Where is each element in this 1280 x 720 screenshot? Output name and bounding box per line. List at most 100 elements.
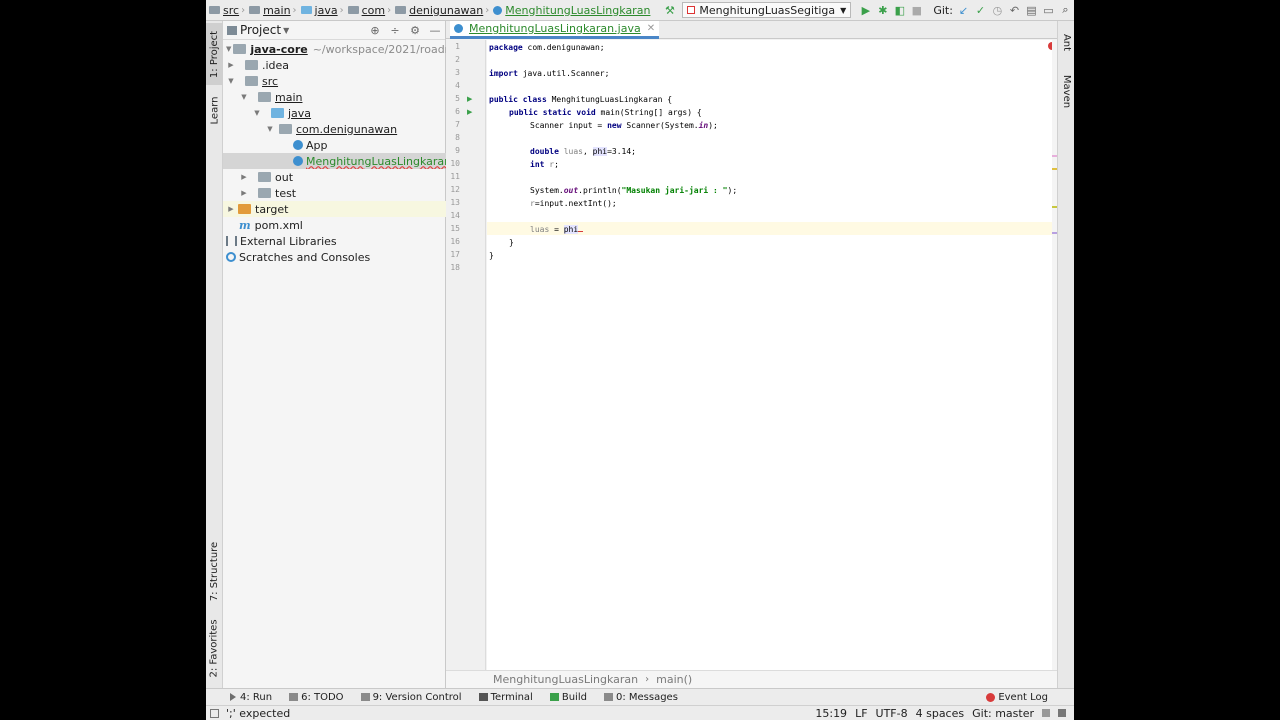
editor-tab-active[interactable]: MenghitungLuasLingkaran.java ✕ [450,21,660,39]
run-configuration-select[interactable]: MenghitungLuasSegitiga ▼ [682,2,852,18]
tree-item-target[interactable]: ▶ target [223,201,446,217]
coverage-icon[interactable]: ◧ [891,0,908,21]
nav-crumb-class[interactable]: MenghitungLuasLingkaran [490,0,651,21]
folder-icon [258,92,271,102]
code-line-6: public static void main(String[] args) { [509,108,702,117]
expanded-arrow-icon: ▼ [241,93,247,101]
chevron-down-icon[interactable]: ▼ [283,26,289,35]
nav-crumb-main[interactable]: main [246,0,291,21]
run-icon[interactable]: ▶ [857,0,874,21]
terminal-tool-button[interactable]: Terminal [478,692,533,703]
excluded-folder-icon [238,204,251,214]
nav-crumb-denigunawan[interactable]: denigunawan [392,0,484,21]
memory-indicator-icon[interactable] [1058,709,1066,717]
code-line-17: } [489,251,494,260]
debug-icon[interactable]: ✱ [874,0,891,21]
project-structure-icon[interactable]: ▤ [1023,0,1040,21]
tree-item-test[interactable]: ▶ test [223,185,446,201]
tree-item-out[interactable]: ▶ out [223,169,446,185]
chevron-right-icon: › [645,674,650,685]
collapse-all-icon[interactable]: ÷ [385,24,405,37]
code-editor[interactable]: package com.denigunawan; import java.uti… [487,40,1052,670]
breadcrumb-method[interactable]: main() [656,673,692,686]
locate-icon[interactable]: ⊕ [365,24,385,37]
git-history-icon[interactable]: ◷ [989,0,1006,21]
hide-icon[interactable]: — [425,24,445,37]
folder-icon [249,6,261,14]
learn-tool-tab[interactable]: Learn [206,91,223,129]
code-line-10: int r; [530,160,559,169]
file-encoding[interactable]: UTF-8 [876,707,908,720]
tree-item-pom[interactable]: m pom.xml [223,217,446,233]
project-tool-tab[interactable]: 1: Project [206,23,223,85]
expanded-arrow-icon: ▼ [228,77,234,85]
collapsed-arrow-icon: ▶ [241,189,247,197]
indent-setting[interactable]: 4 spaces [916,707,965,720]
run-gutter-icon[interactable]: ▶ [467,95,472,103]
git-update-icon[interactable]: ↙ [955,0,972,21]
maven-tool-tab[interactable]: Maven [1058,69,1074,113]
event-log-button[interactable]: Event Log [986,692,1048,703]
nav-crumb-com[interactable]: com [345,0,387,21]
caret-position[interactable]: 15:19 [815,707,847,720]
tree-item-scratches[interactable]: Scratches and Consoles [223,249,446,265]
code-line-5: public class MenghitungLuasLingkaran { [489,95,673,104]
code-line-15: luas = phi [530,223,584,236]
expanded-arrow-icon: ▼ [267,125,273,133]
folder-icon [245,60,258,70]
git-rollback-icon[interactable]: ↶ [1006,0,1023,21]
scratches-icon [226,252,236,262]
folder-icon [245,76,258,86]
git-commit-icon[interactable]: ✓ [972,0,989,21]
project-view-selector[interactable]: Project [240,23,281,37]
breadcrumb-class[interactable]: MenghitungLuasLingkaran [493,673,638,686]
search-icon[interactable]: ⌕ [1057,0,1074,21]
collapsed-arrow-icon: ▶ [241,173,247,181]
tree-item-java[interactable]: ▼ java [223,105,446,121]
run-gutter-icon[interactable]: ▶ [467,108,472,116]
todo-tool-button[interactable]: 6: TODO [289,692,344,703]
line-separator[interactable]: LF [855,707,867,720]
tree-item-src[interactable]: ▼ src [223,73,446,89]
tree-item-app[interactable]: App [223,137,446,153]
line-number: 4 [455,81,460,90]
folder-icon [395,6,407,14]
structure-tool-tab[interactable]: 7: Structure [206,537,223,605]
line-number: 2 [455,55,460,64]
terminal-icon [478,693,488,701]
close-icon[interactable]: ✕ [647,23,655,34]
messages-tool-button[interactable]: 0: Messages [603,692,678,703]
tree-item-main[interactable]: ▼ main [223,89,446,105]
build-hammer-icon[interactable]: ⚒ [661,0,678,21]
tree-item-package[interactable]: ▼ com.denigunawan [223,121,446,137]
folder-icon [300,6,312,14]
project-panel-header: Project ▼ ⊕ ÷ ⚙ — [223,21,445,40]
line-number: 5 [455,94,460,103]
line-number: 8 [455,133,460,142]
line-number: 10 [450,159,460,168]
stop-icon[interactable]: ■ [908,0,925,21]
code-line-7: Scanner input = new Scanner(System.in); [530,121,718,130]
tool-window-bar: 4: Run 6: TODO 9: Version Control Termin… [206,688,1074,705]
project-icon [227,25,237,35]
git-branch[interactable]: Git: master [972,707,1034,720]
run-tool-button[interactable]: 4: Run [230,692,272,703]
window-icon[interactable]: ▭ [1040,0,1057,21]
ant-tool-tab[interactable]: Ant [1058,27,1074,57]
vcs-icon [360,693,370,701]
code-line-13: r=input.nextInt(); [530,199,617,208]
toggle-tool-windows-icon[interactable] [210,708,219,718]
tree-item-idea[interactable]: ▶ .idea [223,57,446,73]
code-line-3: import java.util.Scanner; [489,69,610,78]
favorites-tool-tab[interactable]: 2: Favorites [206,615,223,681]
tree-item-java-core[interactable]: ▼ java-core~/workspace/2021/roadmap-jav [223,41,446,57]
line-number: 11 [450,172,460,181]
tree-item-luas-lingkaran[interactable]: MenghitungLuasLingkaran [223,153,446,169]
nav-crumb-src[interactable]: src [206,0,240,21]
version-control-tool-button[interactable]: 9: Version Control [360,692,462,703]
tree-item-external-libraries[interactable]: External Libraries [223,233,446,249]
lock-icon[interactable] [1042,709,1050,717]
gear-icon[interactable]: ⚙ [405,24,425,37]
nav-crumb-java[interactable]: java [298,0,339,21]
build-tool-button[interactable]: Build [549,692,587,703]
